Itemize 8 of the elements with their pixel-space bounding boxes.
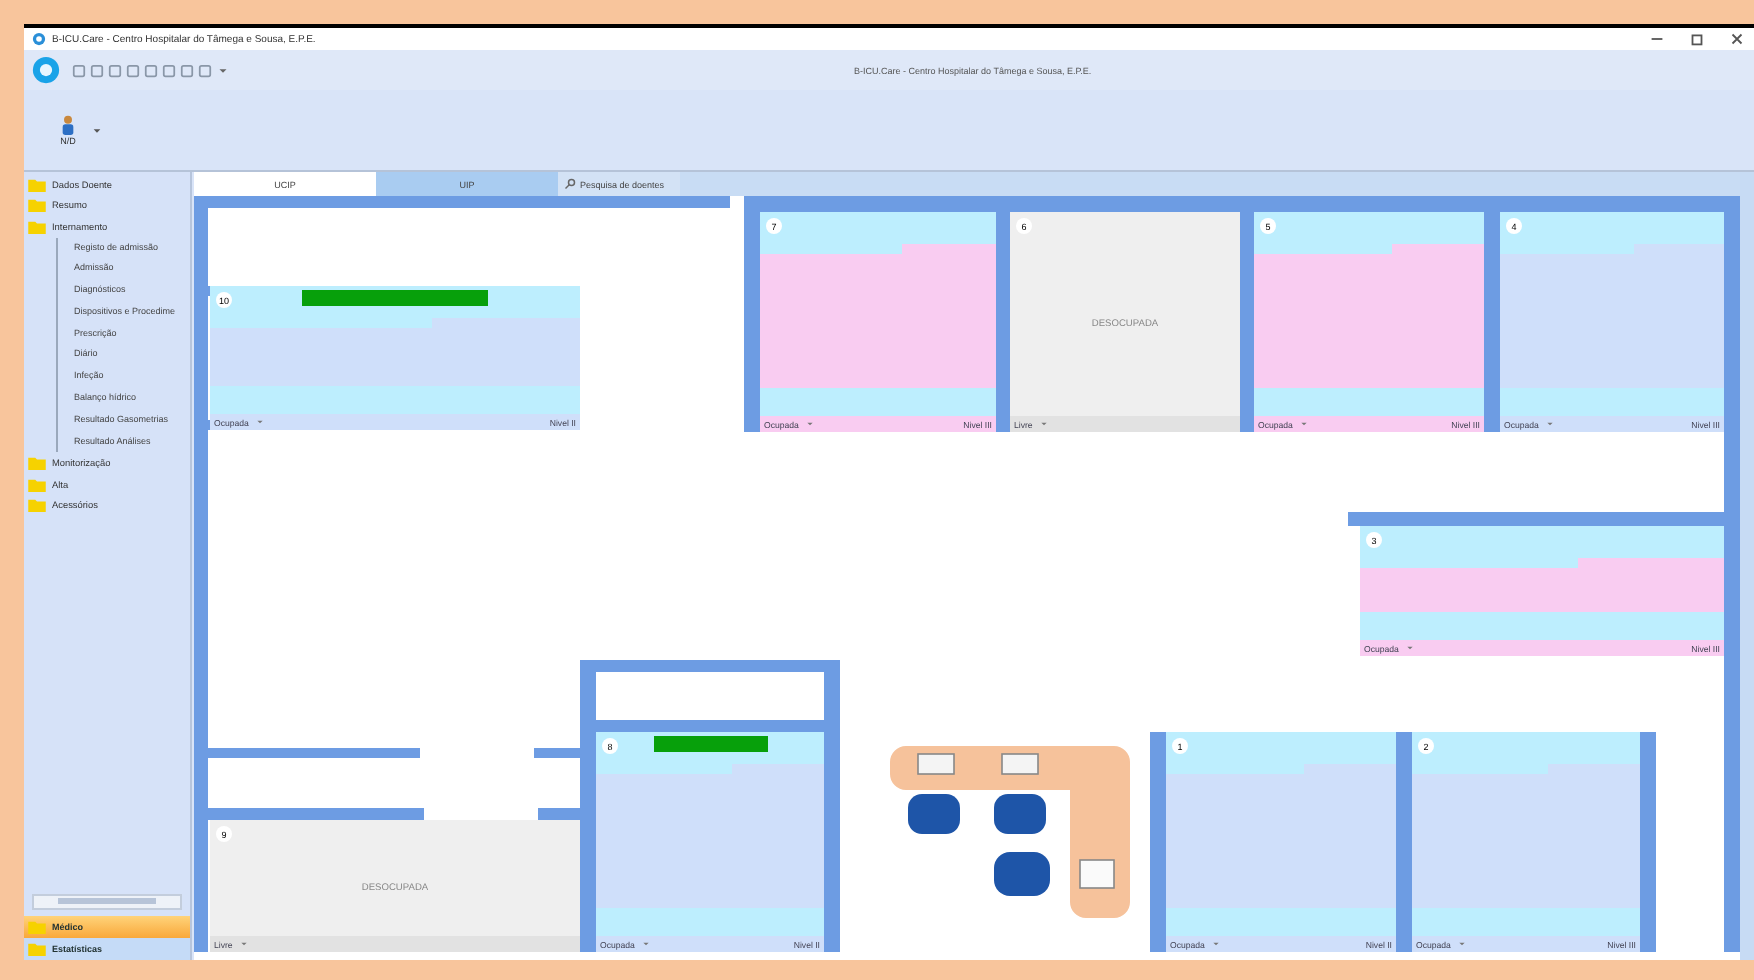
scrollbar[interactable] [32, 894, 182, 910]
close-icon[interactable] [1728, 30, 1746, 48]
search-icon [564, 178, 576, 190]
user-icon[interactable] [60, 114, 76, 136]
caret-icon[interactable] [216, 63, 230, 77]
caret-icon[interactable] [92, 125, 102, 135]
app-menu-button[interactable] [32, 56, 60, 84]
restore-icon[interactable] [1688, 30, 1706, 48]
